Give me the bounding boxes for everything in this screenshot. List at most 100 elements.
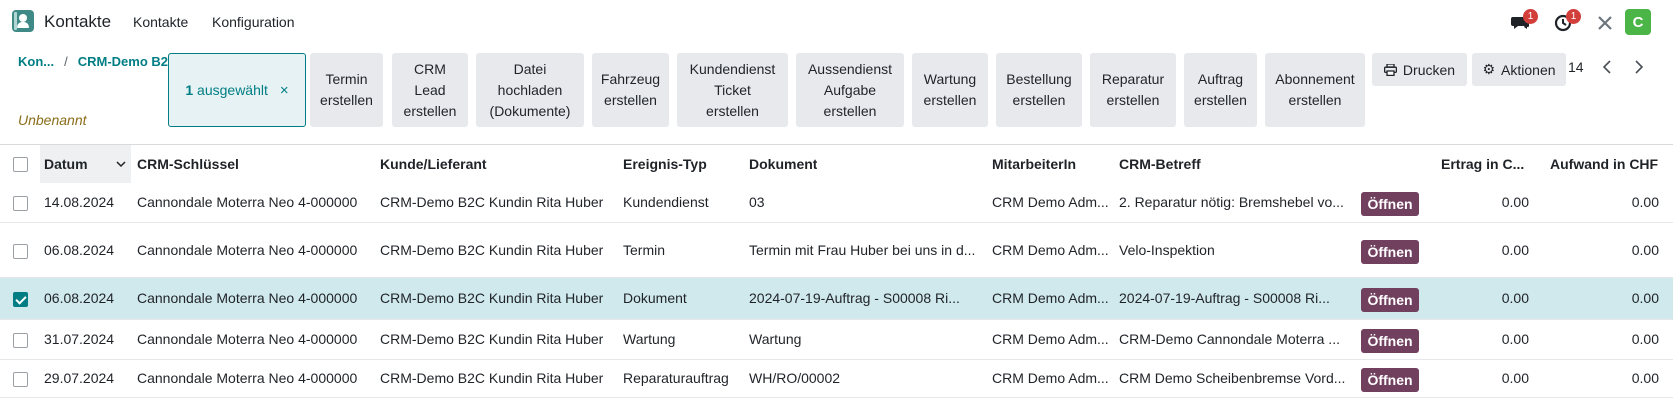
cell-crm-subject: CRM Demo Scheibenbremse Vord... [1119,370,1346,386]
column-date-label: Datum [44,156,88,172]
create-field-service-task-button[interactable]: Aussendienst Aufgabe erstellen [796,53,904,127]
row-checkbox[interactable] [13,292,28,307]
clock-icon[interactable]: 1 [1552,9,1581,34]
table-row[interactable]: 31.07.2024 Cannondale Moterra Neo 4-00000… [0,320,1673,360]
top-navbar: Kontakte Kontakte Konfiguration 1 1 C [0,0,1673,44]
tools-icon[interactable] [1594,12,1616,34]
create-repair-button[interactable]: Reparatur erstellen [1090,53,1176,127]
app-title[interactable]: Kontakte [44,12,111,32]
pager-value[interactable]: 14 [1568,59,1584,75]
create-order-button[interactable]: Bestellung erstellen [996,53,1082,127]
cell-cost: 0.00 [1631,290,1659,306]
cell-cost: 0.00 [1631,194,1659,210]
cell-crm-key: Cannondale Moterra Neo 4-000000 [137,331,358,347]
open-button[interactable]: Öffnen [1361,329,1419,353]
cell-date: 29.07.2024 [44,370,115,386]
sort-caret-icon[interactable] [116,155,126,171]
column-cost[interactable]: Aufwand in CHF [1550,156,1670,172]
cell-revenue: 0.00 [1501,194,1529,210]
cell-revenue: 0.00 [1501,290,1529,306]
cell-employee: CRM Demo Adm... [992,370,1109,386]
open-button[interactable]: Öffnen [1361,192,1419,216]
cell-customer: CRM-Demo B2C Kundin Rita Huber [380,370,604,386]
table-row[interactable]: 29.07.2024 Cannondale Moterra Neo 4-00000… [0,360,1673,398]
cell-event-type: Wartung [623,331,676,347]
column-document[interactable]: Dokument [749,156,817,172]
create-vehicle-button[interactable]: Fahrzeug erstellen [592,53,669,127]
record-name[interactable]: Unbenannt [18,112,87,128]
printer-icon [1383,63,1397,76]
cell-date: 31.07.2024 [44,331,115,347]
create-subscription-button[interactable]: Abonnement erstellen [1265,53,1365,127]
actions-label: Aktionen [1501,61,1556,78]
row-checkbox[interactable] [13,196,28,211]
column-crm-subject[interactable]: CRM-Betreff [1119,156,1201,172]
upload-document-button[interactable]: Datei hochladen (Dokumente) [476,53,584,127]
cell-crm-subject: CRM-Demo Cannondale Moterra ... [1119,331,1340,347]
cell-employee: CRM Demo Adm... [992,290,1109,306]
open-button[interactable]: Öffnen [1361,240,1419,264]
selection-count: 1 [185,82,194,98]
breadcrumb-contacts[interactable]: Kon... [18,54,54,69]
selection-label: ausgewählt [197,82,268,98]
column-customer[interactable]: Kunde/Lieferant [380,156,487,172]
cell-cost: 0.00 [1631,331,1659,347]
print-label: Drucken [1402,61,1456,78]
create-appointment-button[interactable]: Termin erstellen [310,53,383,127]
avatar[interactable]: C [1625,9,1651,35]
column-event-type[interactable]: Ereignis-Typ [623,156,707,172]
cell-employee: CRM Demo Adm... [992,331,1109,347]
column-employee[interactable]: MitarbeiterIn [992,156,1076,172]
cell-cost: 0.00 [1631,370,1659,386]
open-button[interactable]: Öffnen [1361,368,1419,392]
create-job-button[interactable]: Auftrag erstellen [1184,53,1257,127]
open-button[interactable]: Öffnen [1361,288,1419,312]
print-button[interactable]: Drucken [1372,53,1467,86]
selection-indicator: 1 ausgewählt × [168,53,306,127]
cell-crm-key: Cannondale Moterra Neo 4-000000 [137,290,358,306]
cell-date: 06.08.2024 [44,242,115,258]
select-all-checkbox[interactable] [13,157,28,172]
row-checkbox[interactable] [13,372,28,387]
gear-icon: ⚙ [1482,61,1496,77]
cell-event-type: Kundendienst [623,194,709,210]
table-row[interactable]: 14.08.2024 Cannondale Moterra Neo 4-00000… [0,183,1673,223]
column-revenue[interactable]: Ertrag in C... [1441,156,1536,172]
create-maintenance-button[interactable]: Wartung erstellen [912,53,988,127]
cell-crm-subject: 2. Reparatur nötig: Bremshebel vo... [1119,194,1344,210]
actions-button[interactable]: ⚙ Aktionen [1472,53,1566,86]
cell-employee: CRM Demo Adm... [992,194,1109,210]
column-crm-key[interactable]: CRM-Schlüssel [137,156,239,172]
cell-crm-subject: Velo-Inspektion [1119,242,1215,258]
menu-kontakte[interactable]: Kontakte [133,14,188,30]
cell-employee: CRM Demo Adm... [992,242,1109,258]
cell-customer: CRM-Demo B2C Kundin Rita Huber [380,194,604,210]
breadcrumb-separator: / [64,54,68,69]
table-row[interactable]: 06.08.2024 Cannondale Moterra Neo 4-00000… [0,278,1673,320]
cell-document: 03 [749,194,765,210]
menu-konfiguration[interactable]: Konfiguration [212,14,295,30]
chevron-left-icon[interactable] [1596,56,1618,78]
contacts-app-icon[interactable] [12,10,34,32]
cell-customer: CRM-Demo B2C Kundin Rita Huber [380,331,604,347]
chevron-right-icon[interactable] [1628,56,1650,78]
table-row[interactable]: 06.08.2024 Cannondale Moterra Neo 4-00000… [0,223,1673,278]
cell-customer: CRM-Demo B2C Kundin Rita Huber [380,242,604,258]
create-service-ticket-button[interactable]: Kundendienst Ticket erstellen [677,53,788,127]
create-crm-lead-button[interactable]: CRM Lead erstellen [392,53,468,127]
cell-document: Wartung [749,331,802,347]
chat-icon[interactable]: 1 [1509,9,1538,34]
cell-revenue: 0.00 [1501,370,1529,386]
row-checkbox[interactable] [13,333,28,348]
cell-event-type: Termin [623,242,666,258]
cell-event-type: Dokument [623,290,687,306]
cell-date: 14.08.2024 [44,194,115,210]
clear-selection-icon[interactable]: × [280,82,289,99]
cell-document: WH/RO/00002 [749,370,841,386]
cell-cost: 0.00 [1631,242,1659,258]
cell-customer: CRM-Demo B2C Kundin Rita Huber [380,290,604,306]
breadcrumb-record[interactable]: CRM-Demo B2C [78,54,178,69]
row-checkbox[interactable] [13,244,28,259]
cell-date: 06.08.2024 [44,290,115,306]
cell-crm-key: Cannondale Moterra Neo 4-000000 [137,242,358,258]
